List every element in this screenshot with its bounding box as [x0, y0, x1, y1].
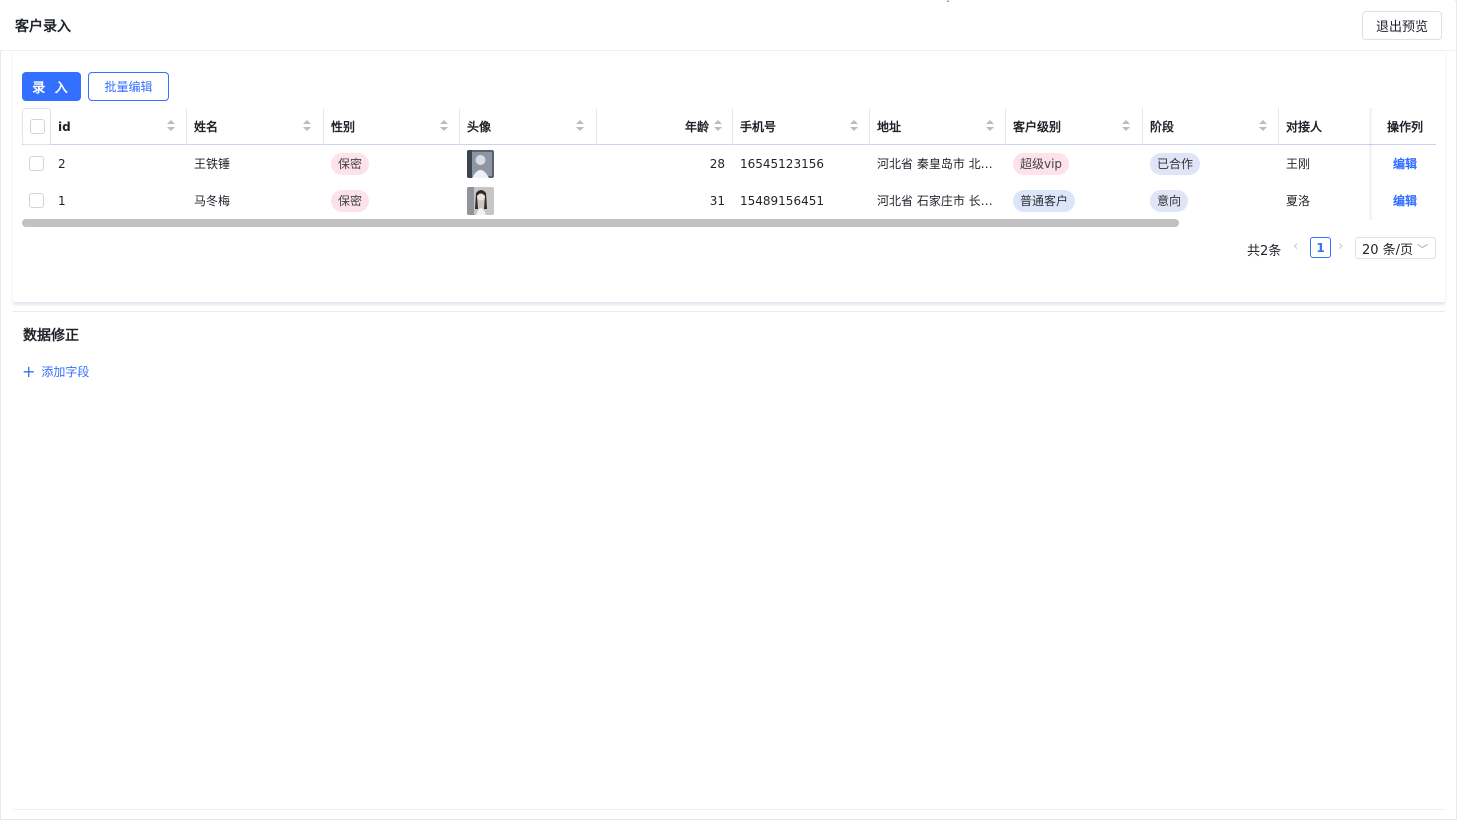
customer-table: id 姓名 性别 头像 年龄 手机号 地址 客户级别 阶段 对接人 操作列 2 …	[22, 108, 1436, 220]
sort-icon[interactable]	[303, 119, 311, 133]
exit-preview-button[interactable]: 退出预览	[1362, 11, 1442, 40]
row-checkbox[interactable]	[29, 193, 44, 208]
column-header-stage[interactable]: 阶段	[1143, 108, 1279, 145]
sort-icon[interactable]	[167, 119, 175, 133]
batch-edit-button[interactable]: 批量编辑	[88, 72, 169, 101]
row-checkbox[interactable]	[29, 156, 44, 171]
select-all-cell	[22, 108, 51, 145]
table-row[interactable]: 2 王铁锤 保密 28 16545123156 河北省 秦皇岛市 北… 超级vi…	[22, 145, 1436, 182]
sort-icon[interactable]	[1122, 119, 1130, 133]
sort-icon[interactable]	[1259, 119, 1267, 133]
sort-icon[interactable]	[576, 119, 584, 133]
chevron-down-icon: ﹀	[1417, 243, 1428, 256]
sort-icon[interactable]	[986, 119, 994, 133]
add-field-button[interactable]: + 添加字段	[22, 363, 89, 380]
cursor-mark: ˇ	[946, 0, 950, 9]
sort-icon[interactable]	[440, 119, 448, 133]
stage-tag: 意向	[1150, 189, 1189, 212]
column-header-gender[interactable]: 性别	[324, 108, 460, 145]
column-header-phone[interactable]: 手机号	[733, 108, 870, 145]
page-size-select[interactable]: 20 条/页 ﹀	[1355, 237, 1436, 259]
table-row[interactable]: 1 马冬梅 保密 31 15489156451 河北省 石家庄市 长… 普通客户…	[22, 182, 1436, 219]
cell-level: 普通客户	[1013, 182, 1133, 219]
cell-avatar	[467, 145, 587, 182]
cell-stage: 已合作	[1150, 145, 1270, 182]
cell-gender: 保密	[331, 145, 451, 182]
cell-action: 编辑	[1393, 182, 1433, 219]
add-record-button[interactable]: 录 入	[22, 72, 81, 101]
cell-name: 王铁锤	[194, 157, 231, 171]
column-header-level[interactable]: 客户级别	[1006, 108, 1143, 145]
edit-link[interactable]: 编辑	[1393, 155, 1417, 172]
column-header-id[interactable]: id	[51, 108, 187, 145]
cell-address: 河北省 秦皇岛市 北…	[877, 157, 993, 171]
horizontal-scrollbar[interactable]	[22, 219, 1179, 227]
cell-contact: 王刚	[1286, 157, 1311, 171]
add-field-label: 添加字段	[41, 365, 90, 379]
cell-id: 2	[58, 156, 66, 171]
edit-link[interactable]: 编辑	[1393, 192, 1417, 209]
cell-age: 28	[709, 156, 725, 171]
level-tag: 普通客户	[1013, 189, 1076, 212]
sort-icon[interactable]	[850, 119, 858, 133]
column-header-contact: 对接人	[1286, 120, 1323, 134]
section-title: 数据修正	[23, 328, 79, 344]
level-tag: 超级vip	[1013, 152, 1070, 175]
avatar-image[interactable]	[467, 186, 494, 215]
pagination-page-current[interactable]: 1	[1310, 237, 1331, 258]
column-header-age[interactable]: 年龄	[597, 108, 733, 145]
sort-icon[interactable]	[714, 119, 722, 133]
cell-phone: 16545123156	[740, 156, 824, 171]
top-bar: 客户录入 退出预览	[0, 0, 1455, 51]
column-header-name[interactable]: 姓名	[187, 108, 324, 145]
stage-tag: 已合作	[1150, 152, 1201, 175]
cell-level: 超级vip	[1013, 145, 1133, 182]
cell-age: 31	[709, 193, 725, 208]
gender-tag: 保密	[331, 152, 370, 175]
plus-icon: +	[22, 361, 36, 381]
table-header: id 姓名 性别 头像 年龄 手机号 地址 客户级别 阶段 对接人 操作列	[22, 108, 1436, 145]
avatar-image[interactable]	[467, 149, 494, 178]
cell-gender: 保密	[331, 182, 451, 219]
pagination-total: 共2条	[1247, 244, 1282, 259]
cell-phone: 15489156451	[740, 193, 824, 208]
page-title: 客户录入	[15, 19, 71, 35]
cell-stage: 意向	[1150, 182, 1270, 219]
cell-avatar	[467, 182, 587, 219]
chevron-right-icon[interactable]: ›	[1338, 239, 1343, 254]
data-correction-section	[13, 311, 1445, 810]
cell-action: 编辑	[1393, 145, 1433, 182]
cell-contact: 夏洛	[1286, 194, 1311, 208]
chevron-left-icon[interactable]: ‹	[1293, 239, 1298, 254]
column-header-avatar[interactable]: 头像	[460, 108, 597, 145]
cell-id: 1	[58, 193, 66, 208]
gender-tag: 保密	[331, 189, 370, 212]
fixed-column-shadow	[1369, 108, 1374, 220]
cell-name: 马冬梅	[194, 194, 231, 208]
column-header-actions: 操作列	[1387, 120, 1424, 134]
select-all-checkbox[interactable]	[30, 119, 45, 134]
cell-address: 河北省 石家庄市 长…	[877, 194, 993, 208]
column-header-address[interactable]: 地址	[870, 108, 1006, 145]
